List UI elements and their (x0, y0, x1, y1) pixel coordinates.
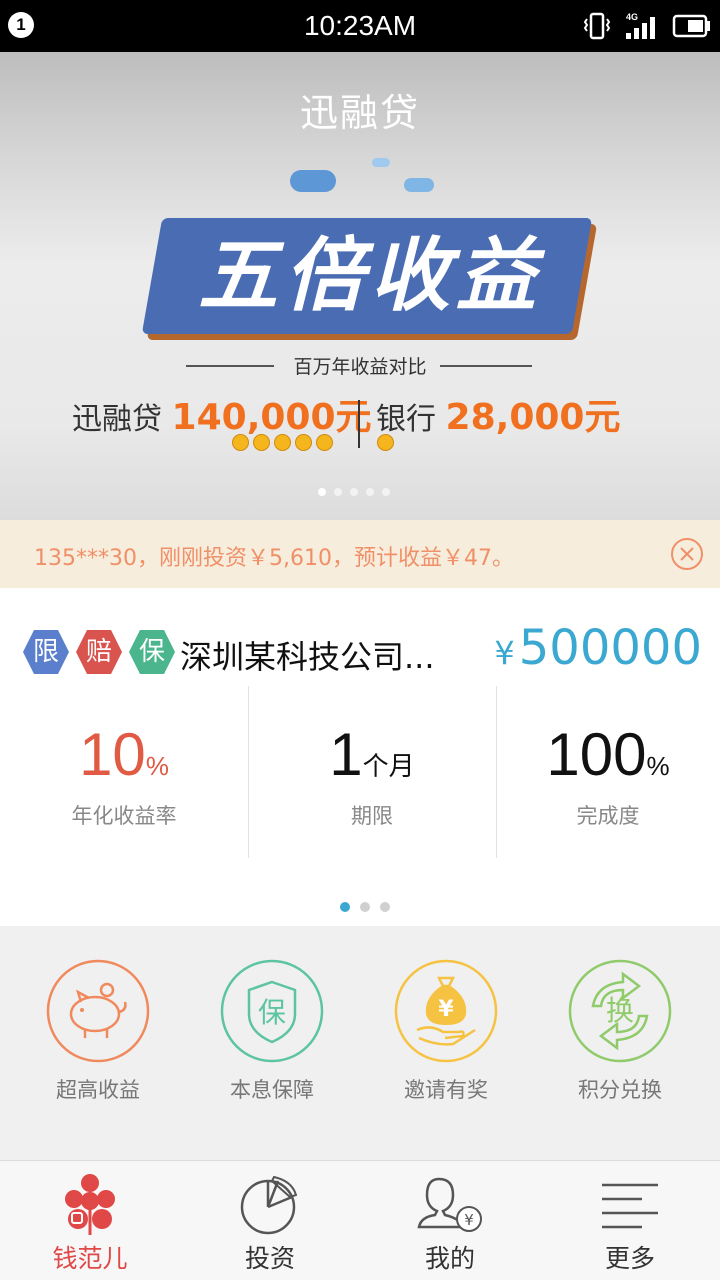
coin-icon (316, 434, 333, 451)
user-yen-icon: ¥ (417, 1177, 482, 1232)
tag-limited: 限 (22, 628, 70, 676)
notice-text: 135***30，刚刚投资￥5,610，预计收益￥47。 (34, 546, 514, 571)
pie-chart-icon (240, 1175, 298, 1235)
page-title: 迅融贷 (299, 91, 420, 135)
coin-icon (232, 434, 249, 451)
product-title: 深圳某科技公司... (180, 638, 435, 676)
feature-label: 积分兑换 (578, 1078, 662, 1102)
vibrate-icon (583, 12, 611, 40)
banner-pager[interactable] (318, 488, 390, 496)
bottom-tab-bar: 钱范儿 投资 ¥ 我的 更多 (0, 1160, 720, 1280)
tab-mine[interactable]: ¥ 我的 (360, 1173, 540, 1275)
stat-unit: % (646, 751, 670, 781)
pager-dot[interactable] (360, 902, 370, 912)
svg-text:保: 保 (258, 996, 286, 1029)
tag-compensation: 赔 (75, 628, 123, 676)
cloud-decoration (372, 158, 390, 167)
battery-icon (672, 14, 710, 38)
compare-left-name: 迅融贷 (72, 402, 162, 437)
stat-value: 100% (496, 720, 720, 790)
promo-banner[interactable]: 迅融贷 五倍收益 百万年收益对比 迅融贷 140,000元 银行 28,000元 (0, 52, 720, 520)
compare-left-amount: 140,000元 (171, 397, 372, 438)
tab-label: 钱范儿 (52, 1244, 128, 1273)
feature-points-exchange[interactable]: 换 积分兑换 (533, 958, 707, 1104)
product-pager[interactable] (340, 902, 390, 912)
signal-icon: 4G (626, 12, 655, 39)
feature-high-yield[interactable]: 超高收益 (11, 958, 185, 1104)
tab-more[interactable]: 更多 (540, 1173, 720, 1275)
svg-text:换: 换 (606, 994, 634, 1027)
stat-term: 1个月 期限 (248, 686, 496, 830)
stat-label: 期限 (351, 804, 393, 828)
stat-value: 1个月 (248, 720, 496, 790)
tab-label: 我的 (424, 1244, 475, 1273)
tag-compensation-label: 赔 (85, 637, 112, 667)
coin-icon (377, 434, 394, 451)
banner-subtitle: 百万年收益对比 (293, 356, 427, 378)
product-card[interactable]: 限 赔 保 深圳某科技公司... ¥500000 10% 年化收益率 1个月 期… (0, 588, 720, 926)
money-bag-icon: ¥ (394, 959, 498, 1063)
pager-dot[interactable] (366, 488, 374, 496)
exchange-icon: 换 (568, 959, 672, 1063)
tab-label: 更多 (604, 1244, 655, 1273)
coin-icon (295, 434, 312, 451)
tag-guarantee-label: 保 (138, 637, 165, 667)
product-amount: ¥500000 (494, 620, 702, 676)
divider (440, 365, 532, 367)
stat-completion: 100% 完成度 (496, 686, 720, 830)
coin-icon (253, 434, 270, 451)
stat-number: 100 (546, 721, 647, 788)
stat-label: 完成度 (576, 804, 640, 828)
tag-guarantee: 保 (128, 628, 176, 676)
cloud-decoration (404, 178, 434, 192)
svg-text:4G: 4G (626, 12, 638, 22)
pager-dot[interactable] (380, 902, 390, 912)
shield-icon: 保 (220, 959, 324, 1063)
compare-right: 银行 28,000元 (376, 388, 620, 440)
feature-principal-guarantee[interactable]: 保 本息保障 (185, 958, 359, 1104)
piggy-bank-icon (46, 959, 150, 1063)
menu-lines-icon (602, 1183, 658, 1229)
pager-dot[interactable] (350, 488, 358, 496)
stat-annual-rate: 10% 年化收益率 (0, 686, 248, 830)
pager-dot[interactable] (382, 488, 390, 496)
status-icons: 4G (582, 10, 712, 42)
tab-label: 投资 (244, 1244, 295, 1273)
app-screen: 1 10:23AM 4G 迅融贷 五倍收益 百万年收益对比 迅融贷 140,00… (0, 0, 720, 1280)
coin-icon (274, 434, 291, 451)
svg-text:¥: ¥ (464, 1211, 474, 1229)
svg-text:¥: ¥ (438, 997, 454, 1022)
compare-left: 迅融贷 140,000元 (72, 388, 372, 440)
close-icon[interactable] (670, 537, 704, 571)
flower-logo-icon (65, 1174, 115, 1235)
stat-unit: 个月 (362, 751, 415, 781)
status-bar: 1 10:23AM 4G (0, 0, 720, 52)
feature-grid: 超高收益 保 本息保障 ¥ 邀请有奖 换 积分兑换 (0, 926, 720, 1160)
stat-value: 10% (0, 720, 248, 790)
feature-label: 邀请有奖 (404, 1078, 488, 1102)
banner-headline: 五倍收益 (198, 229, 542, 322)
pager-dot[interactable] (318, 488, 326, 496)
tab-home[interactable]: 钱范儿 (0, 1173, 180, 1275)
feature-invite-reward[interactable]: ¥ 邀请有奖 (359, 958, 533, 1104)
cloud-decoration (290, 170, 336, 192)
feature-label: 本息保障 (230, 1078, 314, 1102)
stat-number: 10 (79, 721, 146, 788)
investment-notice: 135***30，刚刚投资￥5,610，预计收益￥47。 (0, 520, 720, 588)
pager-dot[interactable] (340, 902, 350, 912)
compare-right-amount: 28,000元 (445, 397, 621, 438)
feature-label: 超高收益 (56, 1078, 140, 1102)
stat-number: 1 (329, 721, 363, 788)
tab-invest[interactable]: 投资 (180, 1173, 360, 1275)
compare-right-name: 银行 (376, 402, 436, 437)
pager-dot[interactable] (334, 488, 342, 496)
currency-symbol: ¥ (494, 634, 515, 672)
stat-label: 年化收益率 (71, 804, 177, 828)
tag-limited-label: 限 (32, 637, 59, 667)
amount-value: 500000 (518, 620, 702, 676)
compare-separator (358, 400, 360, 448)
stat-unit: % (145, 751, 169, 781)
